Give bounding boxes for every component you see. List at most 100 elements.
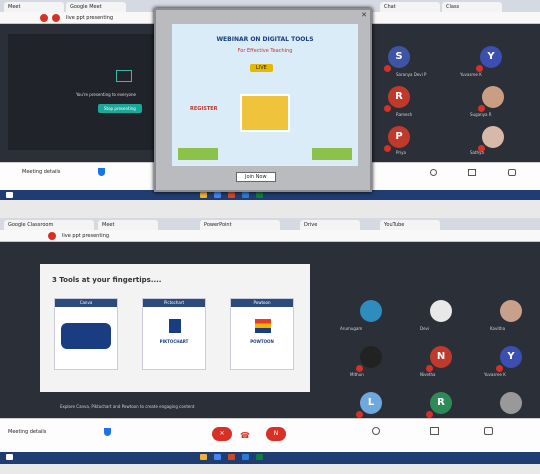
present-icon xyxy=(116,70,132,82)
stop-presenting-button[interactable]: Stop presenting xyxy=(98,104,142,113)
powerpoint-icon[interactable] xyxy=(228,454,235,460)
info-icon[interactable] xyxy=(372,427,380,435)
word-icon[interactable] xyxy=(242,454,249,460)
mic-off-icon xyxy=(384,65,391,72)
browser-tab[interactable]: YouTube xyxy=(380,220,440,230)
poster-footer-right xyxy=(312,148,352,160)
taskbar xyxy=(0,452,540,464)
folder-icon[interactable] xyxy=(200,454,207,460)
mic-off-icon xyxy=(384,105,391,112)
mic-off-icon xyxy=(356,365,363,372)
mic-off-icon xyxy=(476,65,483,72)
tool-header: Canva xyxy=(55,299,117,307)
poster-footer-label[interactable]: Join Now xyxy=(236,172,276,182)
participant-name: Mithun xyxy=(350,372,364,377)
word-icon[interactable] xyxy=(242,192,249,198)
slide-caption: Explore Canva, Piktochart and Powtoon to… xyxy=(60,404,195,409)
poster-footer-left xyxy=(178,148,218,160)
tool-card-powtoon: Powtoon POWTOON xyxy=(230,298,294,370)
record-icon xyxy=(52,14,60,22)
participant-name: Kavitha xyxy=(490,326,506,331)
participant-avatar: P xyxy=(384,126,410,152)
browser-tab[interactable]: PowerPoint xyxy=(200,220,280,230)
shield-icon xyxy=(104,428,111,436)
browser-tab[interactable]: Drive xyxy=(300,220,360,230)
mic-off-icon xyxy=(426,411,433,418)
browser-tab[interactable]: Chat xyxy=(380,2,440,12)
participant-avatar xyxy=(356,346,382,372)
participant-avatar xyxy=(500,300,522,322)
browser-tab-bar: Google Classroom Meet PowerPoint Drive Y… xyxy=(0,218,540,230)
participant-name: Nivetha xyxy=(420,372,436,377)
info-icon[interactable] xyxy=(430,169,437,176)
poster-title: WEBINAR ON DIGITAL TOOLS xyxy=(216,36,314,43)
participant-name: Suganya R xyxy=(470,112,492,117)
bottom-screenshot: Google Classroom Meet PowerPoint Drive Y… xyxy=(0,218,540,474)
participant-avatar xyxy=(500,392,522,414)
participant-avatar xyxy=(478,86,504,112)
chrome-icon[interactable] xyxy=(214,454,221,460)
participant-avatar: S xyxy=(384,46,410,72)
participant-name: Yuvasree K xyxy=(460,72,482,77)
meeting-details-label[interactable]: Meeting details xyxy=(22,169,60,175)
address-bar[interactable]: live ppt presenting xyxy=(0,230,540,242)
webinar-poster: WEBINAR ON DIGITAL TOOLS For Effective T… xyxy=(172,24,358,166)
participant-avatar: N xyxy=(426,346,452,372)
participant-avatar: L xyxy=(356,392,382,418)
mic-toggle-button[interactable]: ✕ xyxy=(212,427,232,441)
tool-card-piktochart: Pictochart PIKTOCHART xyxy=(142,298,206,370)
participant-avatar: R xyxy=(426,392,452,418)
canva-logo-icon xyxy=(61,323,111,349)
participant-avatar xyxy=(430,300,452,322)
start-icon[interactable] xyxy=(6,454,13,460)
presentation-area: You're presenting to everyone Stop prese… xyxy=(8,34,156,150)
close-icon[interactable]: ✕ xyxy=(361,11,367,19)
browser-tab[interactable]: Meet xyxy=(98,220,158,230)
participant-name: Priya xyxy=(396,150,406,155)
browser-tab[interactable]: Google Meet xyxy=(66,2,126,12)
mic-off-icon xyxy=(426,365,433,372)
chat-icon[interactable] xyxy=(484,427,493,435)
start-icon[interactable] xyxy=(6,192,13,198)
meeting-title: live ppt presenting xyxy=(62,233,110,239)
top-screenshot: Meet Google Meet Chat Class live ppt pre… xyxy=(0,0,540,200)
people-icon[interactable] xyxy=(430,427,439,435)
excel-icon[interactable] xyxy=(256,454,263,460)
speaker-photo xyxy=(240,94,290,132)
slide-title: 3 Tools at your fingertips.... xyxy=(52,276,162,284)
mic-off-icon xyxy=(496,365,503,372)
tool-header: Pictochart xyxy=(143,299,205,307)
hangup-icon[interactable]: ☎ xyxy=(240,431,250,440)
excel-icon[interactable] xyxy=(256,192,263,198)
record-icon xyxy=(40,14,48,22)
participant-name: Yuvasree K xyxy=(484,372,506,377)
browser-tab[interactable]: Meet xyxy=(4,2,64,12)
powerpoint-icon[interactable] xyxy=(228,192,235,198)
participant-avatar: Y xyxy=(496,346,522,372)
browser-tab[interactable]: Google Classroom xyxy=(4,220,94,230)
record-icon xyxy=(48,232,56,240)
meet-controls: Meeting details ✕ ☎ N xyxy=(0,418,540,452)
meeting-details-label[interactable]: Meeting details xyxy=(8,429,46,435)
mic-off-icon xyxy=(356,411,363,418)
chrome-icon[interactable] xyxy=(214,192,221,198)
people-icon[interactable] xyxy=(468,169,476,176)
participant-avatar xyxy=(360,300,382,322)
browser-tab[interactable]: Class xyxy=(442,2,502,12)
mic-off-icon xyxy=(478,105,485,112)
meeting-title: live ppt presenting xyxy=(66,15,114,21)
presenting-note: You're presenting to everyone xyxy=(76,92,136,97)
participant-avatar: Y xyxy=(476,46,502,72)
chat-icon[interactable] xyxy=(508,169,516,176)
participant-avatar: R xyxy=(384,86,410,112)
register-button: REGISTER xyxy=(190,106,218,112)
participant-name: Devi xyxy=(420,326,430,331)
piktochart-logo-icon xyxy=(169,319,181,333)
powtoon-logo-icon xyxy=(255,319,271,333)
tool-header: Powtoon xyxy=(231,299,293,307)
participant-name: Arumugam xyxy=(340,326,363,331)
image-viewer-window[interactable]: ✕ WEBINAR ON DIGITAL TOOLS For Effective… xyxy=(154,8,372,192)
camera-toggle-button[interactable]: N xyxy=(266,427,286,441)
participant-name: Ramesh xyxy=(396,112,413,117)
folder-icon[interactable] xyxy=(200,192,207,198)
